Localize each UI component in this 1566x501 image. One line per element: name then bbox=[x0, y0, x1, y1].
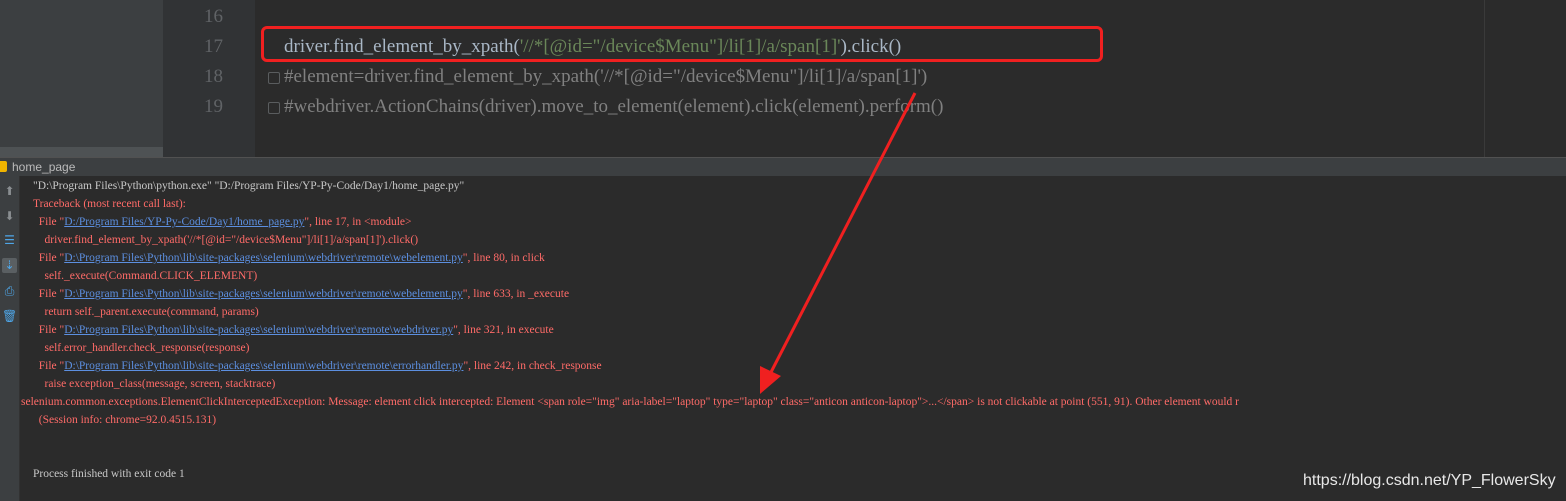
console-text: ", line 17, in <module> bbox=[304, 216, 412, 228]
code-line-19[interactable]: #webdriver.ActionChains(driver).move_to_… bbox=[284, 96, 943, 118]
file-link[interactable]: D:/Program Files/YP-Py-Code/Day1/home_pa… bbox=[64, 216, 304, 228]
horizontal-scrollbar[interactable] bbox=[0, 147, 163, 157]
console-line: raise exception_class(message, screen, s… bbox=[33, 378, 276, 390]
run-toolbar: ⬆ ⬇ ☰ ⇣ ⎙ 🗑 bbox=[0, 176, 20, 501]
console-text: File " bbox=[33, 252, 65, 264]
up-arrow-icon[interactable]: ⬆ bbox=[2, 184, 17, 199]
console-line: File "D:/Program Files/YP-Py-Code/Day1/h… bbox=[33, 216, 412, 228]
down-arrow-icon[interactable]: ⬇ bbox=[2, 209, 17, 224]
file-link[interactable]: D:\Program Files\Python\lib\site-package… bbox=[64, 252, 463, 264]
console-line: return self._parent.execute(command, par… bbox=[33, 306, 259, 318]
console-text: ", line 242, in check_response bbox=[463, 360, 602, 372]
trash-icon[interactable]: 🗑 bbox=[2, 309, 17, 324]
console-text: File " bbox=[33, 216, 65, 228]
process-finished-line: Process finished with exit code 1 bbox=[33, 468, 185, 480]
code-line-18[interactable]: #element=driver.find_element_by_xpath('/… bbox=[284, 66, 927, 88]
python-run-icon bbox=[0, 161, 7, 172]
console-line: File "D:\Program Files\Python\lib\site-p… bbox=[33, 288, 569, 300]
file-link[interactable]: D:\Program Files\Python\lib\site-package… bbox=[64, 288, 463, 300]
watermark: https://blog.csdn.net/YP_FlowerSky bbox=[1303, 472, 1556, 489]
session-info-line: (Session info: chrome=92.0.4515.131) bbox=[33, 414, 217, 426]
line-number: 19 bbox=[204, 96, 223, 117]
fold-marker-icon[interactable] bbox=[268, 102, 280, 114]
project-panel-edge bbox=[0, 0, 163, 157]
code-editor[interactable]: 16 17 18 19 driver.find_element_by_xpath… bbox=[0, 0, 1566, 157]
file-link[interactable]: D:\Program Files\Python\lib\site-package… bbox=[64, 360, 463, 372]
right-margin-guide bbox=[1484, 0, 1485, 157]
file-link[interactable]: D:\Program Files\Python\lib\site-package… bbox=[64, 324, 453, 336]
fold-marker-icon[interactable] bbox=[268, 72, 280, 84]
console-line: self.error_handler.check_response(respon… bbox=[33, 342, 250, 354]
print-icon[interactable]: ⎙ bbox=[2, 284, 17, 299]
scroll-to-end-icon[interactable]: ⇣ bbox=[2, 258, 17, 273]
line-number: 18 bbox=[204, 66, 223, 87]
console-text: File " bbox=[33, 288, 65, 300]
line-number: 17 bbox=[204, 36, 223, 57]
console-text: ", line 633, in _execute bbox=[462, 288, 570, 300]
exception-message-line: selenium.common.exceptions.ElementClickI… bbox=[21, 396, 1240, 408]
console-line: driver.find_element_by_xpath('//*[@id="/… bbox=[33, 234, 419, 246]
console-line: "D:\Program Files\Python\python.exe" "D:… bbox=[33, 180, 465, 192]
console-text: ", line 321, in execute bbox=[453, 324, 554, 336]
annotation-highlight-box bbox=[261, 26, 1103, 62]
console-line: Traceback (most recent call last): bbox=[33, 198, 186, 210]
console-text: ", line 80, in click bbox=[462, 252, 545, 264]
console-line: self._execute(Command.CLICK_ELEMENT) bbox=[33, 270, 258, 282]
console-text: File " bbox=[33, 324, 65, 336]
line-number: 16 bbox=[204, 6, 223, 27]
run-tab-title[interactable]: home_page bbox=[12, 160, 75, 174]
wrap-icon[interactable]: ☰ bbox=[2, 233, 17, 248]
console-line: File "D:\Program Files\Python\lib\site-p… bbox=[33, 252, 545, 264]
console-text: File " bbox=[33, 360, 65, 372]
run-tool-window-header: home_page bbox=[0, 157, 1566, 176]
console-line: File "D:\Program Files\Python\lib\site-p… bbox=[33, 360, 602, 372]
run-console-output[interactable]: "D:\Program Files\Python\python.exe" "D:… bbox=[21, 176, 1566, 501]
console-line: File "D:\Program Files\Python\lib\site-p… bbox=[33, 324, 554, 336]
